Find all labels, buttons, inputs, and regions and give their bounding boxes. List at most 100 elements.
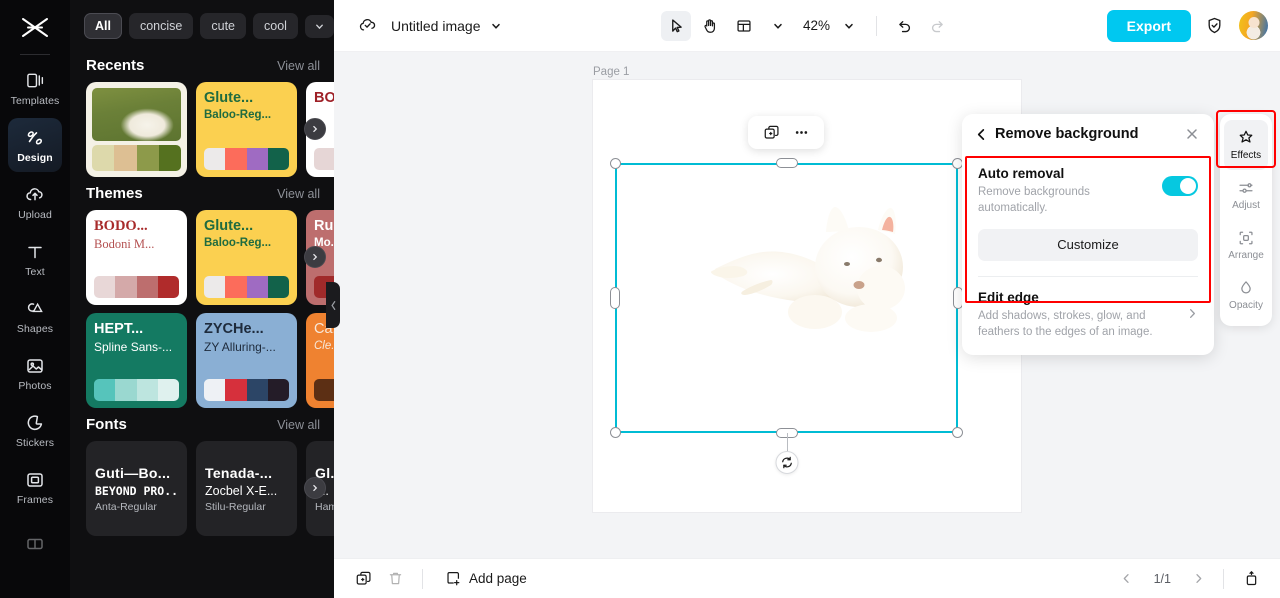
edit-edge-chevron[interactable]	[1187, 306, 1198, 324]
delete-page-button[interactable]	[382, 566, 408, 592]
undo-button[interactable]	[889, 11, 919, 41]
resize-handle-top[interactable]	[775, 158, 798, 168]
theme-title: ZYCHe...	[204, 321, 264, 337]
add-page-button[interactable]: Add page	[445, 570, 527, 587]
card-theme-body: HEPT... Spline Sans-...	[86, 313, 187, 408]
rail-item-effects[interactable]: Effects	[1224, 120, 1268, 170]
resize-handle-top-left[interactable]	[610, 158, 621, 169]
theme-card[interactable]: ZYCHe... ZY Alluring-...	[196, 313, 297, 408]
filter-chip-expand[interactable]	[304, 14, 334, 38]
redo-button[interactable]	[923, 11, 953, 41]
rail-item-opacity[interactable]: Opacity	[1224, 270, 1268, 320]
theme-card[interactable]: BODO... Bodoni M...	[86, 210, 187, 305]
close-button[interactable]	[1185, 127, 1201, 141]
theme-title: Ru...	[314, 218, 334, 234]
themes-next-button[interactable]	[304, 246, 326, 268]
photos-icon	[24, 355, 46, 377]
chevron-right-icon	[313, 253, 318, 261]
recents-next-button[interactable]	[304, 118, 326, 140]
resize-handle-left[interactable]	[610, 287, 620, 309]
templates-icon	[24, 70, 46, 92]
rail-item-adjust[interactable]: Adjust	[1224, 170, 1268, 220]
recent-card-theme[interactable]: Glute... Baloo-Reg...	[196, 82, 297, 177]
canvas-area[interactable]: Page 1 Remove background Auto removal Re…	[334, 52, 1280, 558]
resize-handle-bottom-left[interactable]	[610, 427, 621, 438]
sidebar-item-templates[interactable]: Templates	[8, 61, 62, 115]
sidebar-item-stickers[interactable]: Stickers	[8, 403, 62, 457]
recent-card-photo[interactable]	[86, 82, 187, 177]
view-all-fonts[interactable]: View all	[277, 418, 320, 432]
font-card[interactable]: Tenada-... Zocbel X-E... Stilu-Regular	[196, 441, 297, 536]
chevron-left-icon	[330, 300, 335, 310]
fonts-next-button[interactable]	[304, 477, 326, 499]
sidebar-item-label: Design	[17, 151, 53, 164]
themes-row-1: BODO... Bodoni M... Glute... Baloo-Reg..…	[70, 210, 334, 305]
cloud-saved-icon[interactable]	[352, 11, 382, 41]
document-name[interactable]: Untitled image	[391, 18, 481, 34]
customize-button[interactable]: Customize	[978, 228, 1198, 261]
theme-subtitle: Baloo-Reg...	[204, 236, 272, 249]
sidebar-item-frames[interactable]: Frames	[8, 460, 62, 514]
themes-row-2: HEPT... Spline Sans-... ZYCHe... ZY Allu…	[70, 313, 334, 408]
view-all-recents[interactable]: View all	[277, 59, 320, 73]
export-button[interactable]: Export	[1106, 9, 1191, 42]
sidebar-item-label: Stickers	[15, 436, 55, 449]
chevron-left-icon	[977, 128, 985, 140]
font-preview-line-1: Tenada-...	[205, 464, 273, 481]
capcut-logo-icon[interactable]	[15, 8, 55, 48]
sidebar-item-shapes[interactable]: Shapes	[8, 289, 62, 343]
card-theme-body: ZYCHe... ZY Alluring-...	[196, 313, 297, 408]
resize-handle-bottom-right[interactable]	[952, 427, 963, 438]
undo-icon	[899, 20, 911, 32]
selection-box[interactable]	[610, 158, 963, 474]
avatar[interactable]	[1239, 11, 1268, 40]
filter-chip-all[interactable]: All	[84, 13, 122, 39]
edit-edge-row: Edit edge Add shadows, strokes, glow, an…	[978, 290, 1198, 341]
filter-chip-concise[interactable]: concise	[128, 13, 194, 39]
effects-icon	[1239, 130, 1253, 143]
next-page-button[interactable]	[1187, 568, 1209, 590]
theme-card[interactable]: Glute... Baloo-Reg...	[196, 210, 297, 305]
color-swatches	[94, 276, 179, 298]
layout-caret[interactable]	[763, 11, 793, 41]
theme-title: Glute...	[204, 90, 254, 106]
sidebar-item-upload[interactable]: Upload	[8, 175, 62, 229]
theme-card[interactable]: HEPT... Spline Sans-...	[86, 313, 187, 408]
prev-page-button[interactable]	[1116, 568, 1138, 590]
export-page-button[interactable]	[1238, 566, 1264, 592]
chevron-down-icon	[774, 23, 782, 29]
zoom-caret[interactable]	[834, 11, 864, 41]
view-all-themes[interactable]: View all	[277, 187, 320, 201]
duplicate-layer-icon[interactable]	[759, 121, 783, 145]
section-header-recents: Recents View all	[70, 49, 334, 82]
rail-item-arrange[interactable]: Arrange	[1224, 220, 1268, 270]
add-page-icon	[447, 572, 460, 586]
export-page-icon	[1246, 571, 1256, 586]
layout-tool-button[interactable]	[729, 11, 759, 41]
arrange-icon	[1239, 231, 1253, 245]
rotate-handle-icon[interactable]	[775, 451, 798, 474]
theme-subtitle: Baloo-Reg...	[204, 108, 272, 121]
document-menu-caret[interactable]	[481, 11, 511, 41]
auto-removal-toggle[interactable]	[1162, 176, 1198, 196]
stickers-icon	[24, 412, 46, 434]
edit-edge-section[interactable]: Edit edge Add shadows, strokes, glow, an…	[962, 277, 1214, 356]
sidebar-item-photos[interactable]: Photos	[8, 346, 62, 400]
duplicate-page-button[interactable]	[350, 566, 376, 592]
back-button[interactable]	[975, 128, 991, 141]
hand-tool-button[interactable]	[695, 11, 725, 41]
more-options-icon[interactable]	[789, 121, 813, 145]
filter-chip-cute[interactable]: cute	[200, 13, 247, 39]
select-tool-button[interactable]	[660, 10, 691, 41]
bottom-divider-2	[1223, 568, 1224, 589]
theme-subtitle: Cle...	[314, 339, 334, 352]
shield-icon[interactable]	[1199, 11, 1229, 41]
filter-chip-cool[interactable]: cool	[253, 13, 298, 39]
panel-collapse-handle[interactable]	[326, 282, 340, 328]
rail-item-label: Arrange	[1228, 250, 1264, 261]
sidebar-item-design[interactable]: Design	[8, 118, 62, 172]
font-card[interactable]: Guti—Bo... BEYOND PRO... Anta-Regular	[86, 441, 187, 536]
sidebar-item-more[interactable]	[8, 517, 62, 571]
sidebar-item-text[interactable]: Text	[8, 232, 62, 286]
auto-removal-texts: Auto removal Remove backgrounds automati…	[978, 166, 1138, 217]
